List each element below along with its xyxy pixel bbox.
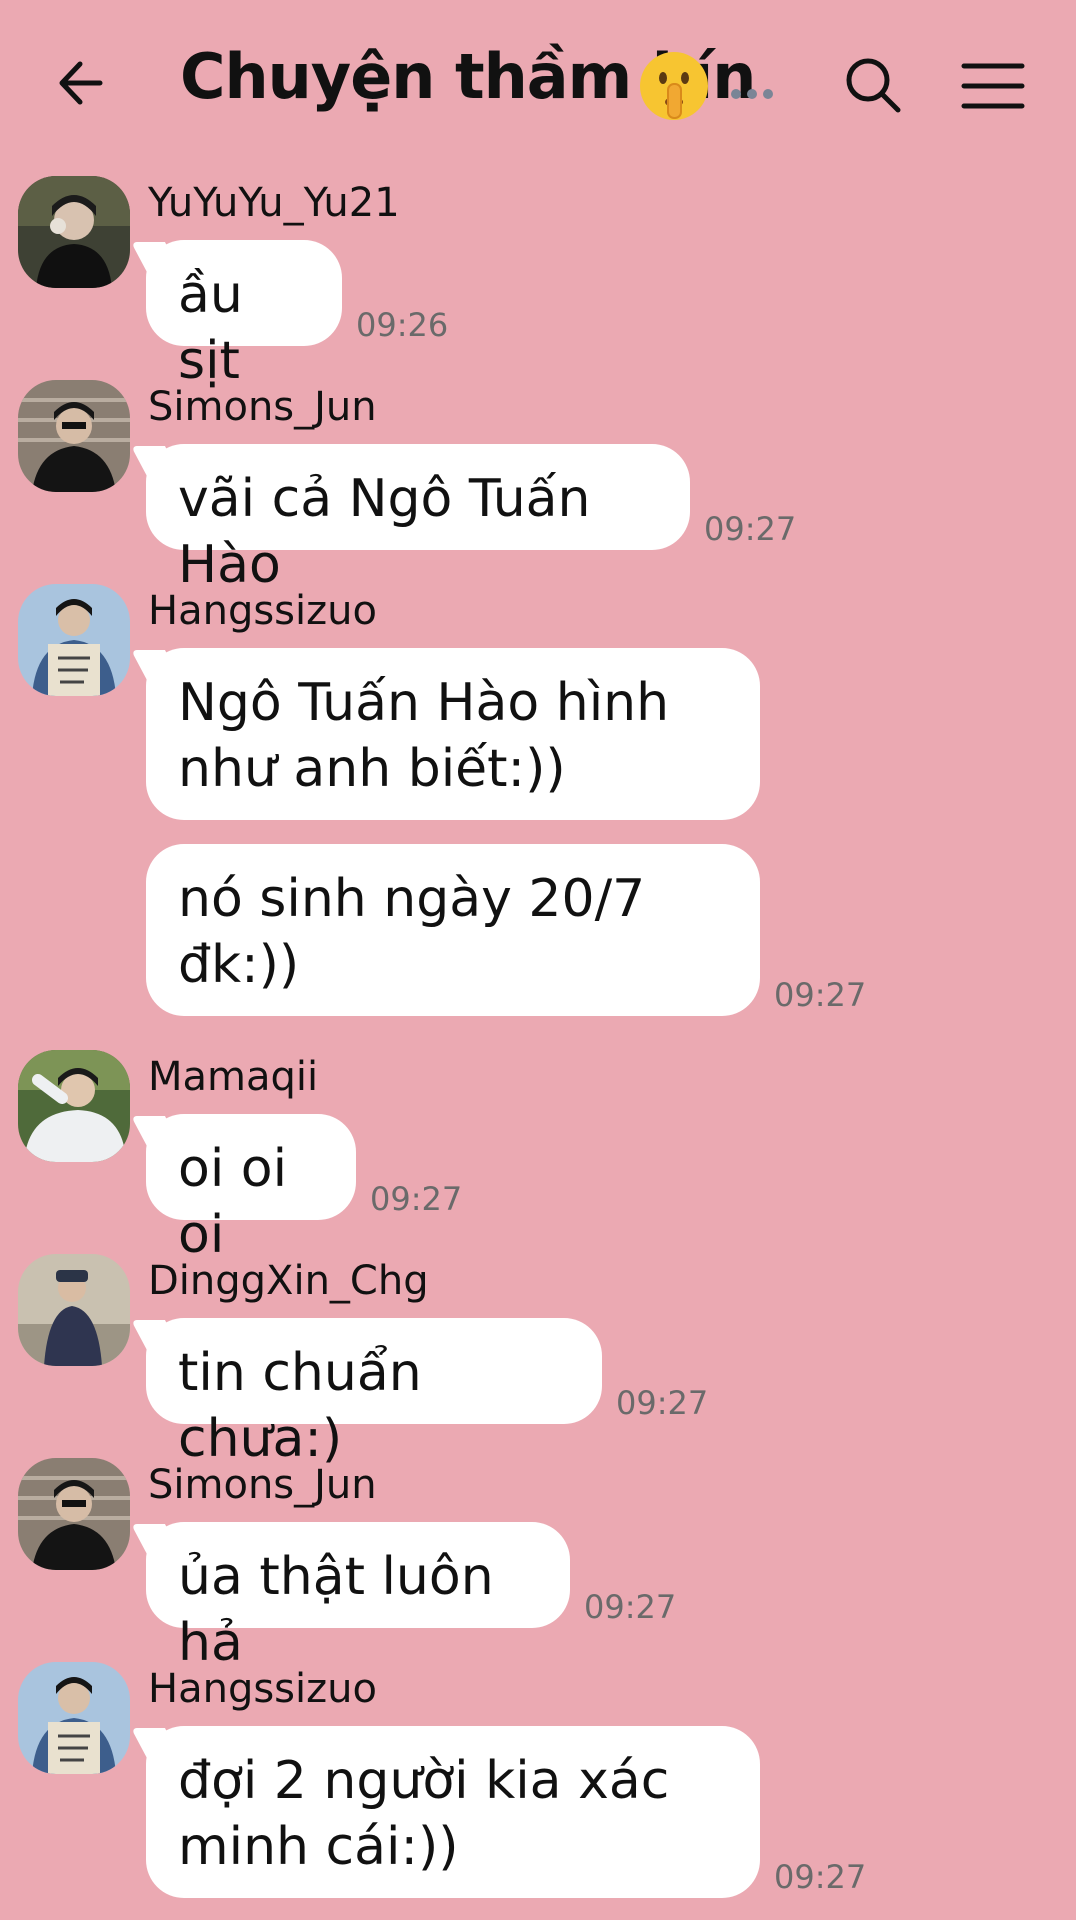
message-bubble[interactable]: vãi cả Ngô Tuấn Hào xyxy=(146,444,690,595)
message-bubble[interactable]: Ngô Tuấn Hào hình như anh biết:)) xyxy=(146,648,760,820)
avatar[interactable] xyxy=(18,1458,130,1570)
avatar[interactable] xyxy=(18,1254,130,1366)
avatar-photo-icon xyxy=(18,584,130,696)
avatar[interactable] xyxy=(18,584,130,696)
message-time: 09:27 xyxy=(774,976,867,1014)
message-bubble[interactable]: oi oi oi xyxy=(146,1114,356,1265)
avatar-photo-icon xyxy=(18,1254,130,1366)
message-bubble[interactable]: ầu sịt xyxy=(146,240,342,391)
sender-name: Simons_Jun xyxy=(148,1462,377,1508)
message-bubble[interactable]: ủa thật luôn hả xyxy=(146,1522,570,1673)
sender-name: Hangssizuo xyxy=(148,1666,377,1712)
message-time: 09:26 xyxy=(356,306,449,344)
message-time: 09:27 xyxy=(584,1588,677,1626)
avatar[interactable] xyxy=(18,1050,130,1162)
message-time: 09:27 xyxy=(774,1858,867,1896)
avatar-photo-icon xyxy=(18,1050,130,1162)
sender-name: DinggXin_Chg xyxy=(148,1258,429,1304)
sender-name: Simons_Jun xyxy=(148,384,377,430)
message-time: 09:27 xyxy=(616,1384,709,1422)
avatar[interactable] xyxy=(18,380,130,492)
message-time: 09:27 xyxy=(704,510,797,548)
message-time: 09:27 xyxy=(370,1180,463,1218)
avatar[interactable] xyxy=(18,176,130,288)
avatar-photo-icon xyxy=(18,380,130,492)
sender-name: YuYuYu_Yu21 xyxy=(148,180,400,226)
message-bubble[interactable]: nó sinh ngày 20/7 đk:)) xyxy=(146,844,760,1016)
sender-name: Mamaqii xyxy=(148,1054,319,1100)
avatar-photo-icon xyxy=(18,176,130,288)
avatar-photo-icon xyxy=(18,1662,130,1774)
message-bubble[interactable]: tin chuẩn chưa:) xyxy=(146,1318,602,1469)
message-list[interactable]: YuYuYu_Yu21 ầu sịt 09:26 Simons_Jun vãi … xyxy=(0,0,1076,1920)
sender-name: Hangssizuo xyxy=(148,588,377,634)
avatar-photo-icon xyxy=(18,1458,130,1570)
message-bubble[interactable]: đợi 2 người kia xác minh cái:)) xyxy=(146,1726,760,1898)
avatar[interactable] xyxy=(18,1662,130,1774)
